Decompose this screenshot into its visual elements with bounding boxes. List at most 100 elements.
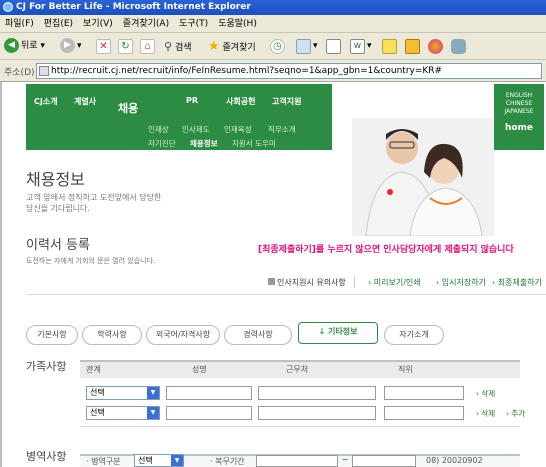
subnav-talent[interactable]: 인재상 (148, 124, 169, 135)
name-input[interactable] (166, 406, 252, 420)
main-navigation: CJ소개 계열사 채용 PR 사회공헌 고객지원 인재상 인사제도 인재육성 직… (26, 84, 332, 150)
page-left-border (0, 82, 2, 467)
star-icon: ★ (208, 39, 220, 54)
lang-japanese[interactable]: JAPANESE (494, 108, 544, 116)
staff-photo (352, 118, 494, 236)
menu-edit[interactable]: 편집(E) (39, 15, 78, 33)
divider (354, 276, 355, 288)
search-icon: ⚲ (164, 40, 173, 53)
col-relation: 관계 (86, 365, 101, 374)
mail-icon[interactable] (296, 39, 311, 54)
staff-photo-illustration (365, 129, 483, 236)
menu-file[interactable]: 파일(F) (0, 15, 39, 33)
subnav-development[interactable]: 인재육성 (224, 124, 252, 135)
menu-bar: 파일(F) 편집(E) 보기(V) 즐겨찾기(A) 도구(T) 도움말(H) (0, 15, 546, 33)
nav-social[interactable]: 사회공헌 (226, 96, 255, 107)
final-submit-link[interactable]: › 최종제출하기 (492, 277, 542, 288)
chevron-down-icon: ▼ (147, 407, 159, 419)
service-date-value: 08) 20020902 (426, 456, 483, 465)
print-icon[interactable] (326, 39, 341, 54)
mail-dropdown-icon[interactable]: ▾ (313, 37, 318, 56)
favorites-button[interactable]: ★ 즐겨찾기 (208, 37, 256, 56)
people-icon[interactable] (451, 39, 466, 54)
nav-support[interactable]: 고객지원 (272, 96, 301, 107)
folder-icon[interactable] (405, 39, 420, 54)
home-icon[interactable]: ⌂ (140, 39, 155, 54)
address-url: http://recruit.cj.net/recruit/info/FeInR… (51, 66, 443, 76)
resume-tab-bar: 기본사항 학력사항 외국어/자격사항 경력사항 ↓ 기타정보 자기소개 (26, 322, 546, 346)
date-separator: ~ (342, 455, 349, 464)
service-start-input[interactable] (256, 455, 338, 467)
chevron-down-icon: ▼ (171, 455, 183, 466)
divider (80, 426, 520, 427)
subnav-job-intro[interactable]: 직무소개 (268, 124, 296, 135)
col-workplace: 근무처 (286, 365, 309, 374)
submit-warning: [최종제출하기]를 누르지 않으면 인사담당자에게 제출되지 않습니다 (258, 245, 514, 255)
service-end-input[interactable] (352, 455, 416, 467)
nav-cj-intro[interactable]: CJ소개 (34, 96, 58, 107)
menu-view[interactable]: 보기(V) (78, 15, 118, 33)
refresh-icon[interactable]: ↻ (118, 39, 133, 54)
search-button[interactable]: ⚲ 검색 (164, 37, 192, 56)
history-icon[interactable]: ◷ (270, 39, 285, 54)
temp-save-link[interactable]: › 임시저장하기 (436, 277, 486, 288)
language-box: ENGLISH CHINESE JAPANESE home (494, 84, 544, 150)
service-period-label: · 복무기간 (210, 457, 245, 466)
workplace-input[interactable] (258, 406, 376, 420)
subnav-self-check[interactable]: 자기진단 (148, 138, 176, 149)
word-edit-icon[interactable]: W (350, 39, 365, 54)
relation-select[interactable]: 선택 ▼ (86, 406, 160, 420)
preview-print-link[interactable]: › 미리보기/인쇄 (368, 277, 421, 288)
position-input[interactable] (384, 386, 464, 400)
home-link[interactable]: home (494, 124, 544, 133)
tab-career[interactable]: 경력사항 (224, 325, 292, 345)
notice-link[interactable]: 인사지원시 유의사항 (268, 277, 346, 288)
delete-row-link[interactable]: › 삭제 (476, 388, 495, 399)
messenger-icon[interactable] (428, 39, 443, 54)
discuss-icon[interactable] (382, 39, 397, 54)
forward-button[interactable]: ▶ ▾ (60, 37, 82, 56)
tab-basic[interactable]: 기본사항 (26, 325, 78, 345)
tab-other-info[interactable]: ↓ 기타정보 (298, 322, 378, 344)
relation-select[interactable]: 선택 ▼ (86, 386, 160, 400)
delete-row-link[interactable]: › 삭제 (476, 408, 495, 419)
menu-help[interactable]: 도움말(H) (213, 15, 262, 33)
resume-desc: 도전하는 자에게 기회의 문은 열려 있습니다. (26, 257, 156, 265)
back-button[interactable]: ◀ 뒤로 ▾ (4, 37, 45, 56)
chevron-down-icon: ▼ (147, 387, 159, 399)
nav-recruit[interactable]: 채용 (118, 100, 138, 116)
menu-tools[interactable]: 도구(T) (174, 15, 213, 33)
nav-affiliates[interactable]: 계열사 (74, 96, 96, 107)
stop-icon[interactable]: ✕ (96, 39, 111, 54)
subnav-recruit-info[interactable]: 채용정보 (190, 138, 218, 149)
subnav-hr-system[interactable]: 인사제도 (182, 124, 210, 135)
forward-arrow-icon: ▶ (60, 38, 75, 53)
address-bar: 주소(D) http://recruit.cj.net/recruit/info… (0, 60, 546, 82)
position-input[interactable] (384, 406, 464, 420)
address-input[interactable]: http://recruit.cj.net/recruit/info/FeInR… (36, 63, 542, 79)
tab-self-intro[interactable]: 자기소개 (384, 325, 444, 345)
add-row-link[interactable]: › 추가 (506, 408, 525, 419)
back-arrow-icon: ◀ (4, 38, 19, 53)
subnav-application-helper[interactable]: 지원서 도우미 (232, 138, 276, 149)
window-title: CJ For Better Life - Microsoft Internet … (16, 2, 251, 12)
name-input[interactable] (166, 386, 252, 400)
resume-title: 이력서 등록 (26, 238, 90, 253)
tab-active-arrow-icon: ↓ (318, 327, 326, 336)
col-position: 직위 (398, 365, 413, 374)
page-title: 채용정보 (26, 170, 85, 189)
workplace-input[interactable] (258, 386, 376, 400)
col-name: 성명 (192, 365, 207, 374)
edit-dropdown-icon[interactable]: ▾ (367, 37, 372, 56)
toolbar: ◀ 뒤로 ▾ ▶ ▾ ✕ ↻ ⌂ ⚲ 검색 ★ 즐겨찾기 ◷ ▾ W ▾ (0, 33, 546, 60)
nav-pr[interactable]: PR (186, 96, 198, 105)
lang-english[interactable]: ENGLISH (494, 92, 544, 100)
divider (26, 294, 546, 295)
military-type-select[interactable]: 선택 ▼ (134, 454, 184, 467)
lang-chinese[interactable]: CHINESE (494, 100, 544, 108)
tab-language-cert[interactable]: 외국어/자격사항 (146, 325, 220, 345)
military-heading: 병역사항 (26, 450, 67, 463)
tab-education[interactable]: 학력사항 (82, 325, 142, 345)
window-title-bar: CJ For Better Life - Microsoft Internet … (0, 0, 546, 15)
menu-favorites[interactable]: 즐겨찾기(A) (118, 15, 174, 33)
